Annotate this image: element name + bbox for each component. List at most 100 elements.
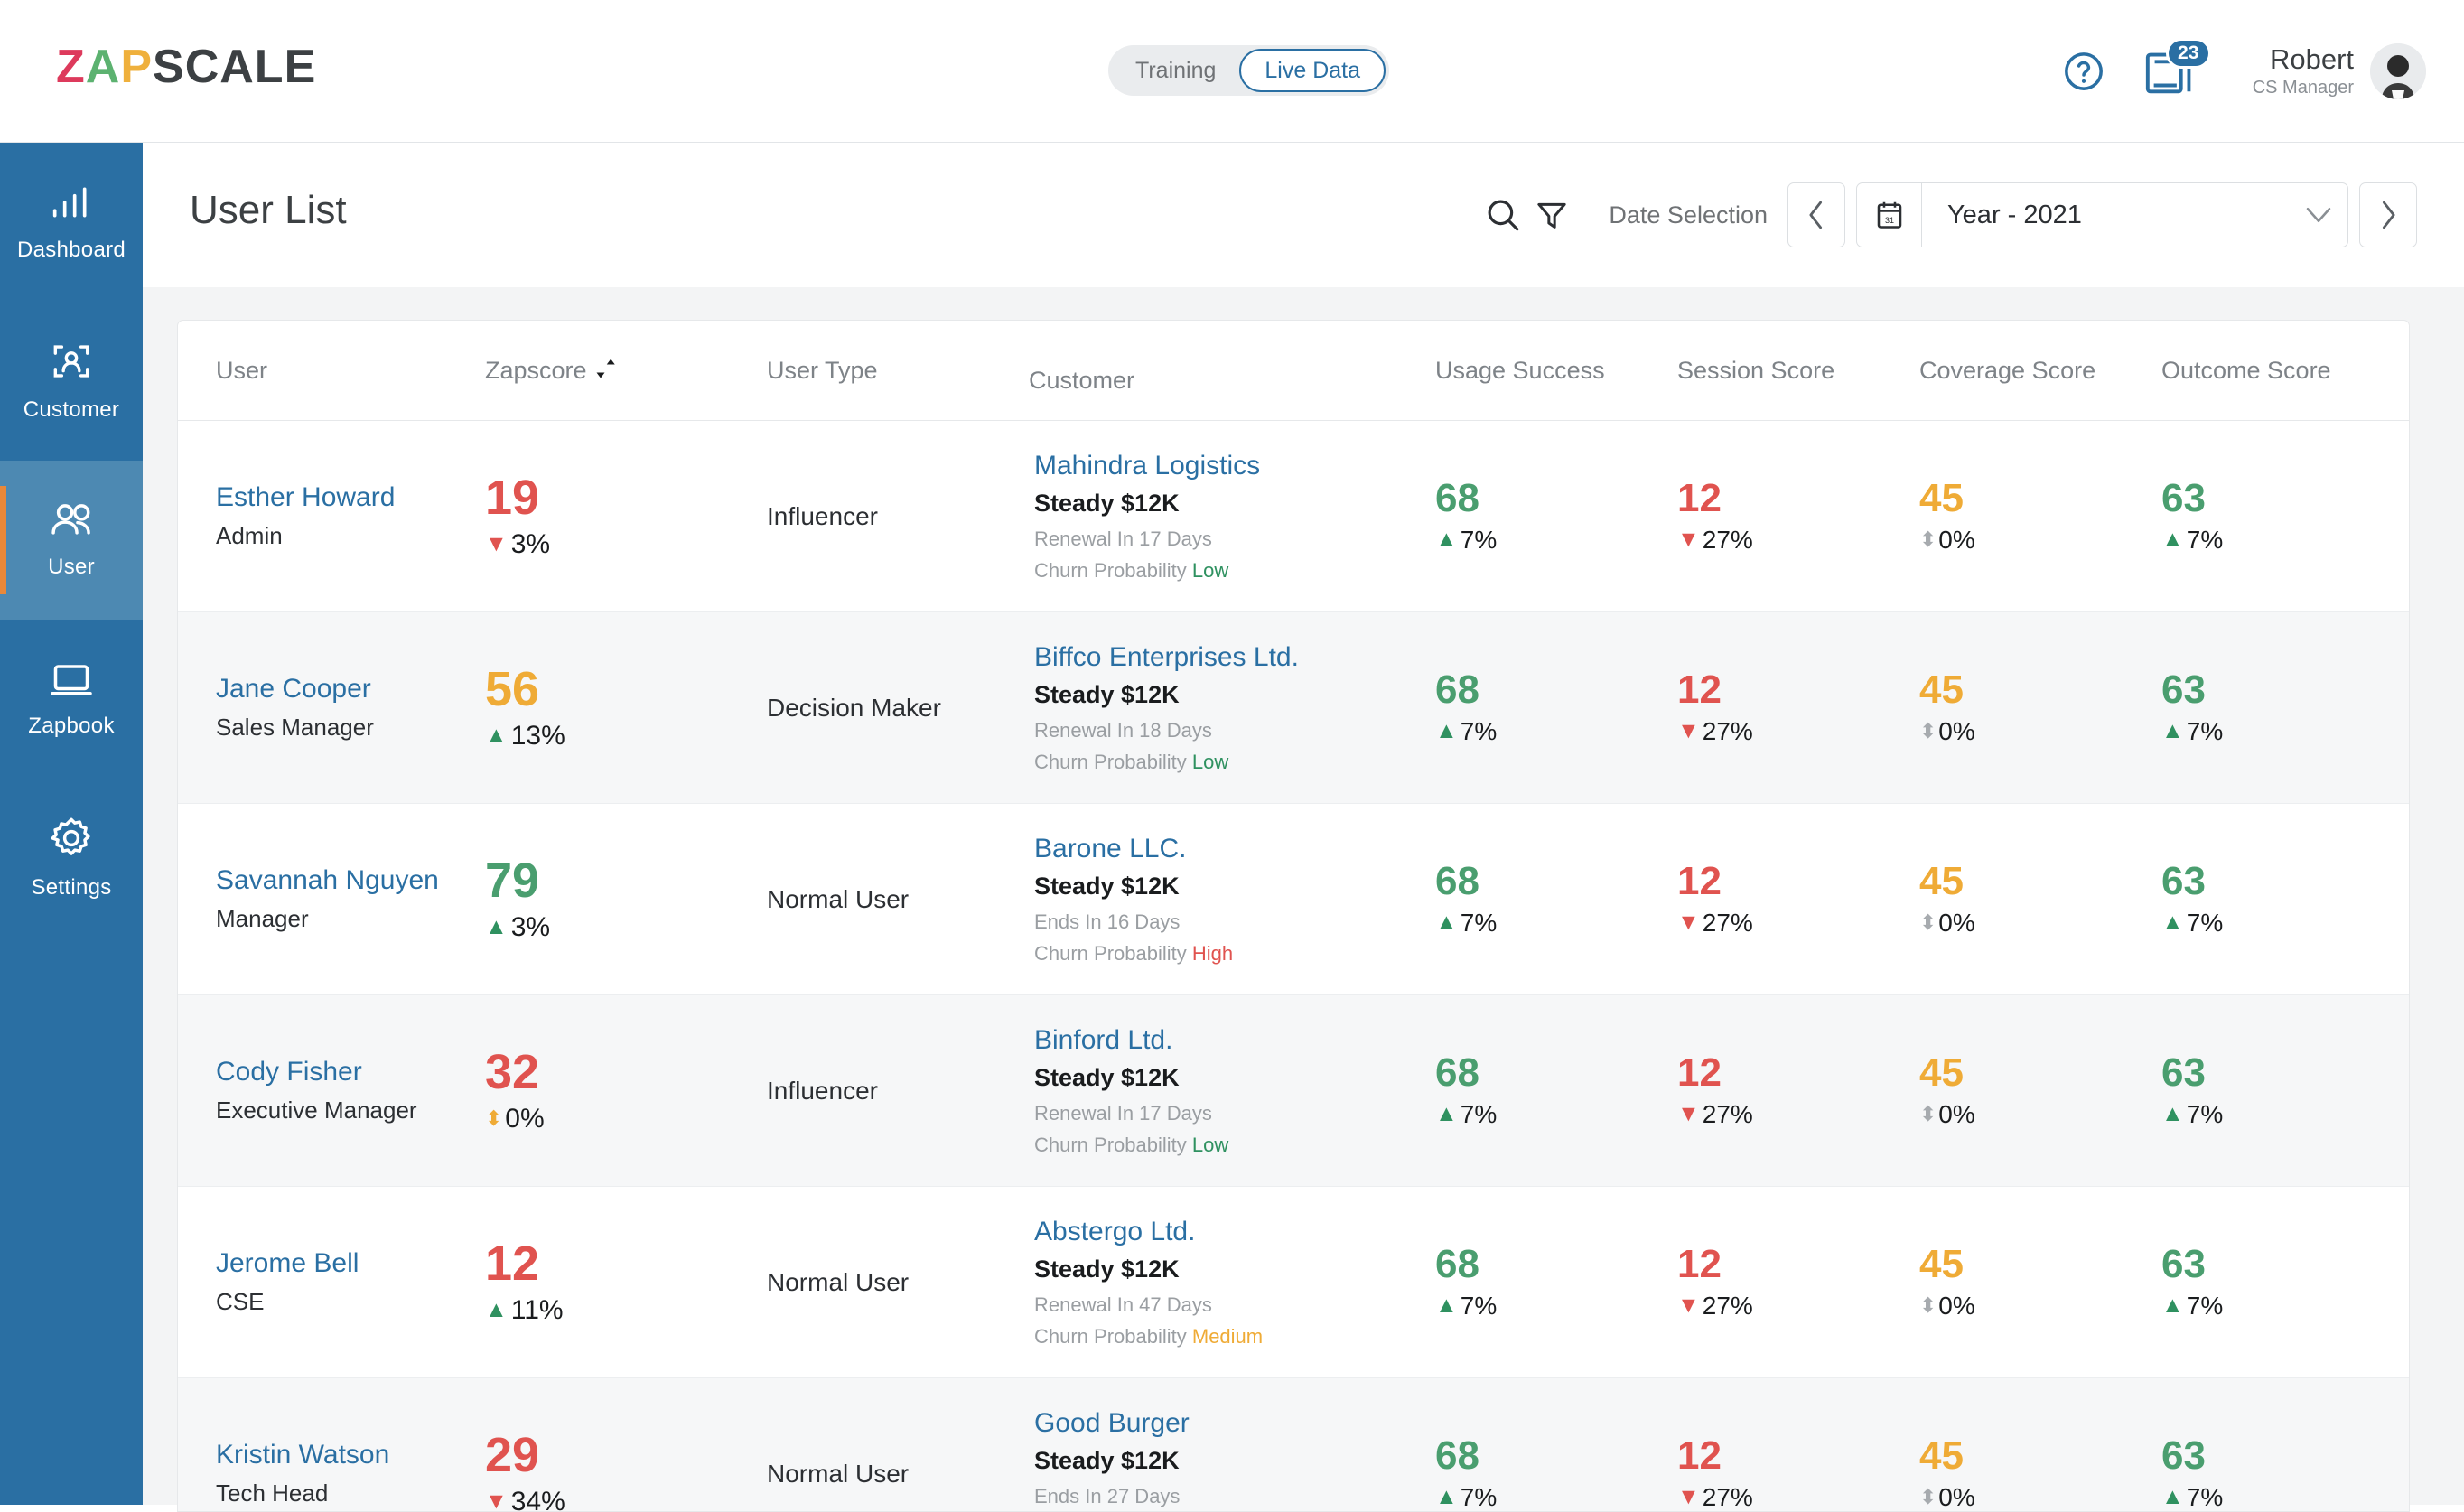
customer-name-link[interactable]: Mahindra Logistics (1034, 446, 1435, 486)
customer-cell: Biffco Enterprises Ltd.Steady $12KRenewa… (1029, 638, 1435, 779)
session-score-cell: 12▼27% (1677, 478, 1919, 554)
sidebar-item-label: Zapbook (28, 714, 115, 739)
table-row[interactable]: Esther HowardAdmin19▼3%InfluencerMahindr… (178, 421, 2409, 612)
zapscore-cell: 79▲3% (485, 855, 767, 943)
customer-name-link[interactable]: Good Burger (1034, 1404, 1435, 1443)
customer-name-link[interactable]: Abstergo Ltd. (1034, 1212, 1435, 1252)
usage-success-cell-value: 68 (1435, 669, 1677, 711)
column-header-user-type[interactable]: User Type (767, 357, 1029, 385)
environment-toggle[interactable]: Training Live Data (1108, 45, 1389, 96)
column-header-session-score[interactable]: Session Score (1677, 357, 1919, 385)
customer-term: Ends In 27 Days (1034, 1480, 1435, 1512)
churn-probability: Churn Probability Low (1034, 1129, 1435, 1161)
user-name-link[interactable]: Jerome Bell (216, 1243, 485, 1283)
customer-cell: Mahindra LogisticsSteady $12KRenewal In … (1029, 446, 1435, 587)
column-header-coverage-score[interactable]: Coverage Score (1919, 357, 2161, 385)
usage-success-cell: 68▲7% (1435, 478, 1677, 554)
customer-revenue: Steady $12K (1034, 1059, 1435, 1097)
zapscore-value: 32 (485, 1047, 767, 1098)
trend-down-icon: ▼ (1677, 1294, 1700, 1317)
churn-level-badge: High (1192, 942, 1233, 965)
sort-arrows-icon[interactable] (594, 355, 618, 387)
sidebar-item-user[interactable]: User (0, 461, 143, 620)
top-bar: ZAPSCALE Training Live Data 23 Robert CS (0, 0, 2464, 143)
sidebar-item-dashboard[interactable]: Dashboard (0, 143, 143, 302)
customer-name-link[interactable]: Binford Ltd. (1034, 1021, 1435, 1060)
user-role-text: Tech Head (216, 1475, 485, 1512)
column-header-usage-success[interactable]: Usage Success (1435, 357, 1677, 385)
churn-level-badge: Low (1192, 559, 1228, 582)
usage-success-cell-delta: ▲7% (1435, 1100, 1677, 1129)
churn-probability: Churn Probability Low (1034, 555, 1435, 586)
session-score-cell-value: 12 (1677, 1052, 1919, 1094)
user-name-link[interactable]: Esther Howard (216, 477, 485, 518)
outcome-score-cell-delta: ▲7% (2161, 909, 2403, 938)
laptop-icon (49, 660, 94, 703)
user-name-link[interactable]: Savannah Nguyen (216, 860, 485, 901)
session-score-cell-delta: ▼27% (1677, 1292, 1919, 1321)
churn-probability: Churn Probability High (1034, 938, 1435, 969)
search-icon[interactable] (1479, 191, 1527, 239)
main-content: User List Date Selection (143, 143, 2464, 1505)
date-prev-button[interactable] (1787, 182, 1845, 247)
user-name: Robert (2253, 43, 2354, 76)
table-row[interactable]: Cody FisherExecutive Manager32⬍0%Influen… (178, 995, 2409, 1187)
table-row[interactable]: Kristin WatsonTech Head29▼34%Normal User… (178, 1378, 2409, 1512)
column-header-zapscore[interactable]: Zapscore (485, 355, 767, 387)
sidebar-item-customer[interactable]: Customer (0, 302, 143, 461)
coverage-score-cell: 45⬍0% (1919, 861, 2161, 937)
coverage-score-cell-delta: ⬍0% (1919, 1100, 2161, 1129)
coverage-score-cell: 45⬍0% (1919, 1052, 2161, 1128)
avatar[interactable] (2370, 43, 2426, 99)
outcome-score-cell: 63▲7% (2161, 1435, 2403, 1511)
usage-success-cell: 68▲7% (1435, 1052, 1677, 1128)
usage-success-cell-value: 68 (1435, 478, 1677, 519)
customer-name-link[interactable]: Biffco Enterprises Ltd. (1034, 638, 1435, 677)
gear-icon (50, 817, 93, 864)
zapscore-cell: 56▲13% (485, 664, 767, 751)
table-row[interactable]: Savannah NguyenManager79▲3%Normal UserBa… (178, 804, 2409, 995)
coverage-score-cell-value: 45 (1919, 669, 2161, 711)
help-icon[interactable] (2058, 45, 2110, 98)
user-list-table: User Zapscore User Type Customer Usage S… (177, 320, 2410, 1512)
user-name-link[interactable]: Cody Fisher (216, 1051, 485, 1092)
filter-icon[interactable] (1527, 191, 1576, 239)
trend-up-icon: ▲ (2161, 720, 2184, 742)
trend-up-icon: ▲ (1435, 911, 1458, 934)
customer-revenue: Steady $12K (1034, 1251, 1435, 1289)
user-name-link[interactable]: Kristin Watson (216, 1434, 485, 1475)
column-header-outcome-score[interactable]: Outcome Score (2161, 357, 2403, 385)
usage-success-cell-value: 68 (1435, 1244, 1677, 1285)
trend-down-icon: ▼ (1677, 1103, 1700, 1125)
customer-term: Renewal In 17 Days (1034, 523, 1435, 555)
session-score-cell-delta: ▼27% (1677, 1100, 1919, 1129)
session-score-cell-delta: ▼27% (1677, 909, 1919, 938)
notifications-button[interactable]: 23 (2142, 43, 2207, 99)
outcome-score-cell-value: 63 (2161, 1244, 2403, 1285)
date-next-button[interactable] (2359, 182, 2417, 247)
user-menu[interactable]: Robert CS Manager (2253, 43, 2426, 99)
user-name-link[interactable]: Jane Cooper (216, 668, 485, 709)
logo-letter-p: P (120, 40, 153, 94)
column-header-user[interactable]: User (178, 357, 485, 385)
coverage-score-cell-delta: ⬍0% (1919, 717, 2161, 746)
date-range-select[interactable]: 31 Year - 2021 (1856, 182, 2348, 247)
trend-flat-icon: ⬍ (1919, 1293, 1936, 1318)
table-row[interactable]: Jane CooperSales Manager56▲13%Decision M… (178, 612, 2409, 804)
user-focus-icon (50, 341, 93, 387)
sidebar-item-settings[interactable]: Settings (0, 779, 143, 938)
column-header-customer[interactable]: Customer (1029, 347, 1435, 395)
toggle-option-live-data[interactable]: Live Data (1239, 49, 1386, 92)
trend-down-icon: ▼ (1677, 720, 1700, 742)
churn-probability: Churn Probability Medium (1034, 1321, 1435, 1352)
toggle-option-training[interactable]: Training (1112, 49, 1239, 92)
customer-name-link[interactable]: Barone LLC. (1034, 829, 1435, 869)
usage-success-cell-delta: ▲7% (1435, 1483, 1677, 1512)
date-range-value: Year - 2021 (1922, 201, 2290, 230)
sidebar-item-zapbook[interactable]: Zapbook (0, 620, 143, 779)
coverage-score-cell-delta: ⬍0% (1919, 1483, 2161, 1512)
column-header-zapscore-label: Zapscore (485, 357, 587, 385)
table-row[interactable]: Jerome BellCSE12▲11%Normal UserAbstergo … (178, 1187, 2409, 1378)
zapscore-value: 56 (485, 664, 767, 715)
app-logo[interactable]: ZAPSCALE (56, 40, 316, 94)
